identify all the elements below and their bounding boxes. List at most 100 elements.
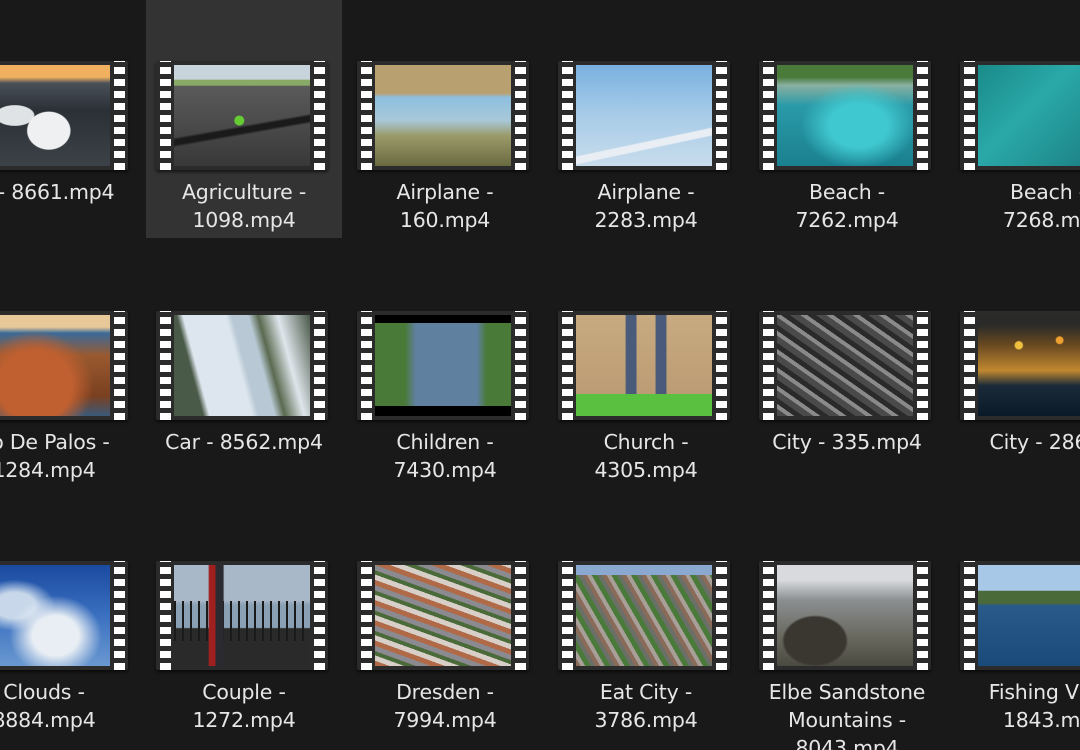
file-tile[interactable]: po De Palos - 1284.mp4: [0, 250, 142, 488]
film-strip-right: [913, 561, 931, 670]
video-thumbnail: [558, 311, 730, 420]
film-strip-right: [310, 311, 328, 420]
video-thumbnail: [960, 311, 1080, 420]
thumbnail-image: [375, 565, 511, 666]
thumbnail-image: [777, 565, 913, 666]
film-strip-right: [712, 311, 730, 420]
file-tile[interactable]: Fishing Villa 1843.mp: [950, 500, 1080, 738]
film-strip-left: [759, 561, 777, 670]
film-strip-left: [759, 311, 777, 420]
file-tile[interactable]: Church - 4305.mp4: [548, 250, 744, 488]
film-strip-right: [913, 311, 931, 420]
film-strip-left: [960, 311, 978, 420]
film-strip-right: [712, 561, 730, 670]
thumbnail-image: [978, 565, 1080, 666]
thumbnail-image: [777, 315, 913, 416]
film-strip-left: [156, 61, 174, 170]
file-name: po De Palos - 1284.mp4: [0, 430, 110, 482]
video-thumbnail: [558, 61, 730, 170]
file-name: Car - 8562.mp4: [165, 430, 323, 454]
video-thumbnail: [0, 561, 128, 670]
thumbnail-image: [576, 65, 712, 166]
file-tile[interactable]: Car - 8562.mp4: [146, 250, 342, 488]
film-strip-left: [558, 61, 576, 170]
thumbnail-image: [978, 65, 1080, 166]
film-strip-right: [110, 311, 128, 420]
file-tile[interactable]: Beach - 7262.mp4: [749, 0, 945, 238]
file-tile-selected[interactable]: Agriculture - 1098.mp4: [146, 0, 342, 238]
film-strip-right: [913, 61, 931, 170]
thumbnail-image: [174, 315, 310, 416]
file-name: Fishing Villa 1843.mp: [988, 680, 1080, 732]
file-tile[interactable]: Dresden - 7994.mp4: [347, 500, 543, 738]
file-name: Dresden - 7994.mp4: [393, 680, 497, 732]
file-tile[interactable]: Airplane - 160.mp4: [347, 0, 543, 238]
video-thumbnail: [357, 311, 529, 420]
film-strip-right: [310, 61, 328, 170]
file-name: City - 2860.: [989, 430, 1080, 454]
file-tile[interactable]: al - 8661.mp4: [0, 0, 142, 238]
video-thumbnail: [960, 61, 1080, 170]
film-strip-left: [357, 311, 375, 420]
thumbnail-image: [0, 315, 110, 416]
film-strip-left: [357, 61, 375, 170]
file-tile[interactable]: Children - 7430.mp4: [347, 250, 543, 488]
file-name: Airplane - 2283.mp4: [594, 180, 698, 232]
file-name: Clouds - 8884.mp4: [0, 680, 96, 732]
film-strip-right: [110, 561, 128, 670]
file-name: Children - 7430.mp4: [393, 430, 497, 482]
file-name: City - 335.mp4: [772, 430, 922, 454]
film-strip-right: [511, 61, 529, 170]
film-strip-left: [156, 311, 174, 420]
thumbnail-image: [576, 565, 712, 666]
file-name: Eat City - 3786.mp4: [594, 680, 698, 732]
file-name: Agriculture - 1098.mp4: [181, 180, 307, 232]
film-strip-right: [310, 561, 328, 670]
video-thumbnail: [156, 311, 328, 420]
film-strip-left: [357, 561, 375, 670]
video-thumbnail: [0, 311, 128, 420]
thumbnail-image: [978, 315, 1080, 416]
film-strip-left: [960, 61, 978, 170]
video-thumbnail: [156, 61, 328, 170]
file-tile[interactable]: Clouds - 8884.mp4: [0, 500, 142, 738]
file-tile[interactable]: City - 2860.: [950, 250, 1080, 488]
thumbnail-image: [174, 65, 310, 166]
video-thumbnail: [759, 61, 931, 170]
video-thumbnail: [156, 561, 328, 670]
thumbnail-image: [375, 65, 511, 166]
file-name: Elbe Sandstone Mountains - 8043.mp4: [768, 680, 926, 750]
video-thumbnail: [960, 561, 1080, 670]
file-tile[interactable]: Eat City - 3786.mp4: [548, 500, 744, 738]
film-strip-right: [712, 61, 730, 170]
file-tile[interactable]: Beach - 7268.mp: [950, 0, 1080, 238]
file-name: Couple - 1272.mp4: [192, 680, 296, 732]
video-thumbnail: [357, 61, 529, 170]
film-strip-left: [558, 311, 576, 420]
thumbnail-image: [174, 565, 310, 666]
file-tile[interactable]: Couple - 1272.mp4: [146, 500, 342, 738]
thumbnail-image: [576, 315, 712, 416]
film-strip-left: [156, 561, 174, 670]
file-tile[interactable]: Elbe Sandstone Mountains - 8043.mp4: [749, 500, 945, 750]
film-strip-left: [759, 61, 777, 170]
film-strip-right: [511, 311, 529, 420]
video-thumbnail: [357, 561, 529, 670]
film-strip-right: [110, 61, 128, 170]
file-name: Church - 4305.mp4: [594, 430, 698, 482]
file-name: al - 8661.mp4: [0, 180, 115, 204]
video-thumbnail: [0, 61, 128, 170]
thumbnail-image: [777, 65, 913, 166]
video-thumbnail: [759, 561, 931, 670]
file-tile[interactable]: Airplane - 2283.mp4: [548, 0, 744, 238]
thumbnail-image: [0, 565, 110, 666]
file-name: Airplane - 160.mp4: [396, 180, 494, 232]
video-thumbnail: [558, 561, 730, 670]
thumbnail-image: [375, 315, 511, 416]
file-tile[interactable]: City - 335.mp4: [749, 250, 945, 488]
film-strip-left: [960, 561, 978, 670]
file-name: Beach - 7268.mp: [1002, 180, 1080, 232]
film-strip-right: [511, 561, 529, 670]
video-thumbnail: [759, 311, 931, 420]
file-name: Beach - 7262.mp4: [795, 180, 899, 232]
